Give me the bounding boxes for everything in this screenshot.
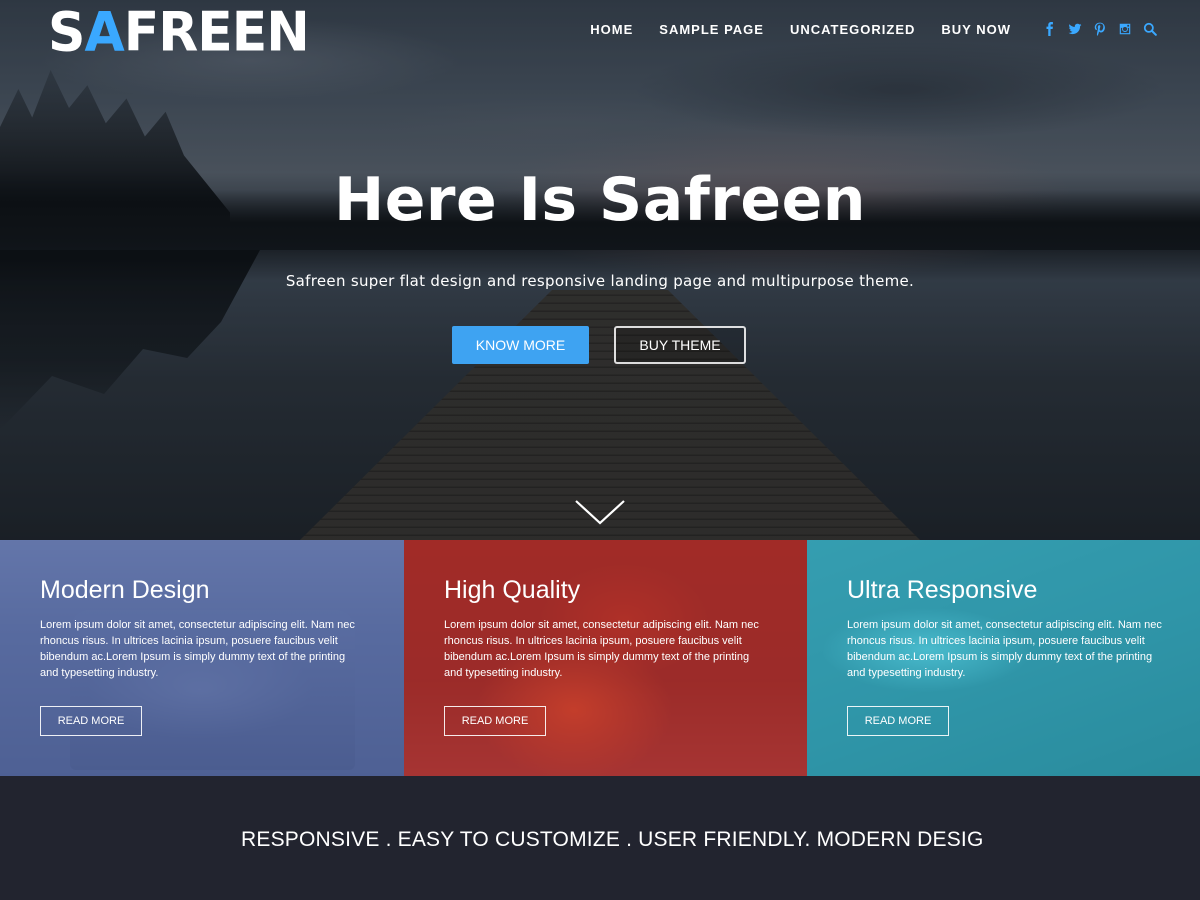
read-more-button[interactable]: READ MORE bbox=[444, 706, 546, 736]
site-logo[interactable]: SAFREEN bbox=[48, 5, 310, 70]
feature-panel-modern-design: Modern Design Lorem ipsum dolor sit amet… bbox=[0, 540, 404, 776]
facebook-icon[interactable] bbox=[1042, 21, 1058, 37]
nav-item-uncategorized[interactable]: UNCATEGORIZED bbox=[790, 22, 915, 37]
social-icons bbox=[1033, 21, 1158, 37]
feature-panel-ultra-responsive: Ultra Responsive Lorem ipsum dolor sit a… bbox=[807, 540, 1200, 776]
main-nav: HOME SAMPLE PAGE UNCATEGORIZED BUY NOW bbox=[590, 18, 1158, 40]
logo-accent: A bbox=[84, 1, 124, 65]
instagram-icon[interactable] bbox=[1117, 21, 1133, 37]
nav-item-sample-page[interactable]: SAMPLE PAGE bbox=[659, 22, 764, 37]
logo-part1: S bbox=[48, 1, 85, 65]
panel-content: Ultra Responsive Lorem ipsum dolor sit a… bbox=[847, 576, 1177, 681]
hero-title: Here Is Safreen bbox=[333, 165, 866, 235]
hero-subtitle: Safreen super flat design and responsive… bbox=[285, 272, 915, 290]
buy-theme-button[interactable]: BUY THEME bbox=[614, 326, 746, 364]
hero-shade bbox=[0, 0, 1200, 540]
read-more-button[interactable]: READ MORE bbox=[847, 706, 949, 736]
search-icon[interactable] bbox=[1142, 21, 1158, 37]
features-band-text: RESPONSIVE . EASY TO CUSTOMIZE . USER FR… bbox=[241, 828, 984, 851]
feature-panels: Modern Design Lorem ipsum dolor sit amet… bbox=[0, 540, 1200, 776]
panel-text: Lorem ipsum dolor sit amet, consectetur … bbox=[444, 619, 759, 679]
pinterest-icon[interactable] bbox=[1092, 21, 1108, 37]
feature-panel-high-quality: High Quality Lorem ipsum dolor sit amet,… bbox=[404, 540, 807, 776]
panel-text: Lorem ipsum dolor sit amet, consectetur … bbox=[40, 619, 355, 679]
panel-title: High Quality bbox=[444, 576, 581, 604]
panel-content: Modern Design Lorem ipsum dolor sit amet… bbox=[40, 576, 370, 681]
panel-title: Modern Design bbox=[40, 576, 210, 604]
hero-background bbox=[0, 0, 1200, 540]
panel-text: Lorem ipsum dolor sit amet, consectetur … bbox=[847, 619, 1162, 679]
logo-part2: FREEN bbox=[123, 1, 310, 65]
chevron-down-icon[interactable] bbox=[574, 498, 626, 526]
panel-title: Ultra Responsive bbox=[847, 576, 1038, 604]
nav-item-home[interactable]: HOME bbox=[590, 22, 633, 37]
nav-item-buy-now[interactable]: BUY NOW bbox=[941, 22, 1011, 37]
twitter-icon[interactable] bbox=[1067, 21, 1083, 37]
know-more-button[interactable]: KNOW MORE bbox=[452, 326, 589, 364]
panel-content: High Quality Lorem ipsum dolor sit amet,… bbox=[444, 576, 774, 681]
read-more-button[interactable]: READ MORE bbox=[40, 706, 142, 736]
